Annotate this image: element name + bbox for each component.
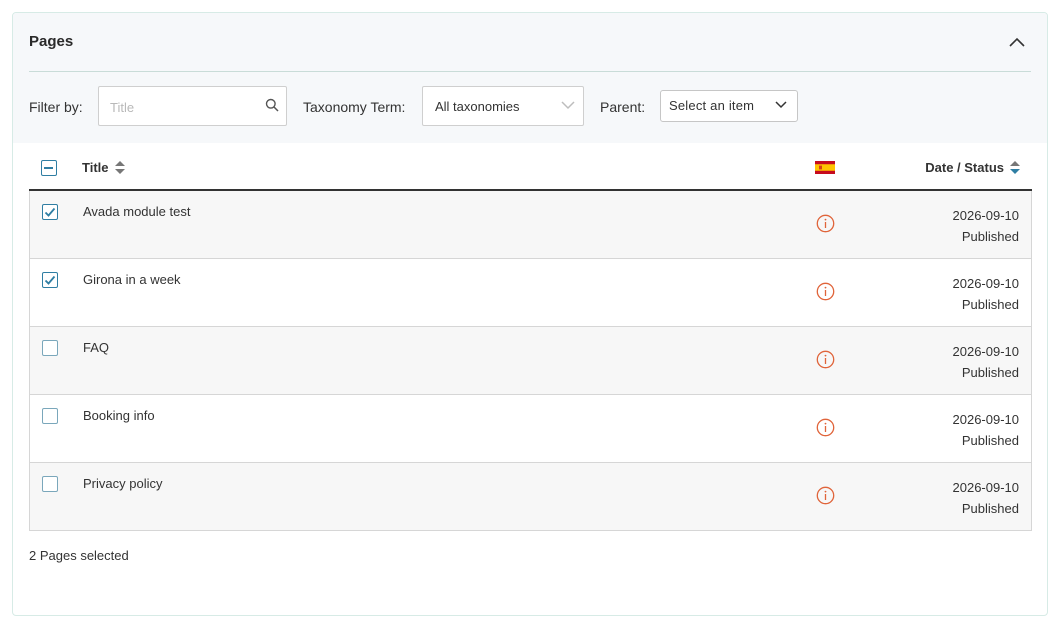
table-row[interactable]: Girona in a week 2026-09-10 Published <box>29 259 1032 327</box>
row-status: Published <box>961 229 1019 244</box>
parent-label: Parent: <box>600 99 646 115</box>
header-divider <box>29 71 1031 72</box>
row-date-status: 2026-09-10 Published <box>953 205 1020 247</box>
row-checkbox[interactable] <box>42 272 58 288</box>
table-row[interactable]: Avada module test 2026-09-10 Published <box>29 191 1032 259</box>
sort-desc-icon <box>1010 161 1020 174</box>
checkmark-icon <box>44 275 56 285</box>
table-row[interactable]: Privacy policy 2026-09-10 Published <box>29 463 1032 531</box>
row-checkbox[interactable] <box>42 340 58 356</box>
info-icon[interactable] <box>816 418 835 437</box>
row-title[interactable]: FAQ <box>83 340 109 355</box>
taxonomy-select-value: All taxonomies <box>435 99 520 114</box>
title-column-label: Title <box>82 160 109 175</box>
info-icon[interactable] <box>816 486 835 505</box>
select-all-checkbox[interactable] <box>41 160 57 176</box>
table-row[interactable]: Booking info 2026-09-10 Published <box>29 395 1032 463</box>
pages-table: Title Date / Status Avada module test 20… <box>29 149 1032 531</box>
row-date-status: 2026-09-10 Published <box>953 477 1020 519</box>
row-date-status: 2026-09-10 Published <box>953 341 1020 383</box>
row-status: Published <box>961 433 1019 448</box>
row-date-status: 2026-09-10 Published <box>953 409 1020 451</box>
row-date: 2026-09-10 <box>952 208 1020 223</box>
checkmark-icon <box>44 207 56 217</box>
row-date: 2026-09-10 <box>952 276 1020 291</box>
taxonomy-select[interactable]: All taxonomies <box>422 86 584 126</box>
search-icon[interactable] <box>265 98 279 112</box>
selection-count: 2 Pages selected <box>29 548 129 563</box>
chevron-down-icon <box>775 101 787 109</box>
info-icon[interactable] <box>816 350 835 369</box>
spain-flag-icon <box>815 161 835 174</box>
row-title[interactable]: Privacy policy <box>83 476 162 491</box>
taxonomy-term-label: Taxonomy Term: <box>303 99 406 115</box>
title-search-input[interactable] <box>110 98 260 116</box>
row-date-status: 2026-09-10 Published <box>953 273 1020 315</box>
collapse-button[interactable] <box>1005 31 1029 53</box>
row-date: 2026-09-10 <box>952 344 1020 359</box>
filter-by-label: Filter by: <box>29 99 83 115</box>
table-header: Title Date / Status <box>29 149 1032 191</box>
sort-icon <box>114 161 125 174</box>
row-checkbox[interactable] <box>42 476 58 492</box>
parent-select-value: Select an item <box>669 98 755 113</box>
title-search-box[interactable] <box>98 86 287 126</box>
row-status: Published <box>961 297 1019 312</box>
date-status-column-label: Date / Status <box>925 160 1004 175</box>
row-title[interactable]: Booking info <box>83 408 155 423</box>
row-title[interactable]: Girona in a week <box>83 272 181 287</box>
chevron-up-icon <box>1009 37 1025 47</box>
parent-select[interactable]: Select an item <box>660 90 798 122</box>
panel-title: Pages <box>29 33 74 50</box>
row-checkbox[interactable] <box>42 408 58 424</box>
row-title[interactable]: Avada module test <box>83 204 190 219</box>
panel-header: Pages Filter by: Taxonomy Term: All taxo… <box>13 13 1047 143</box>
row-status: Published <box>961 365 1019 380</box>
row-date: 2026-09-10 <box>952 412 1020 427</box>
row-checkbox[interactable] <box>42 204 58 220</box>
row-date: 2026-09-10 <box>952 480 1020 495</box>
table-row[interactable]: FAQ 2026-09-10 Published <box>29 327 1032 395</box>
pages-panel: Pages Filter by: Taxonomy Term: All taxo… <box>12 12 1048 616</box>
info-icon[interactable] <box>816 282 835 301</box>
chevron-down-icon <box>561 101 575 110</box>
date-status-column-header[interactable]: Date / Status <box>925 160 1020 175</box>
info-icon[interactable] <box>816 214 835 233</box>
title-column-header[interactable]: Title <box>82 160 125 175</box>
row-status: Published <box>961 501 1019 516</box>
